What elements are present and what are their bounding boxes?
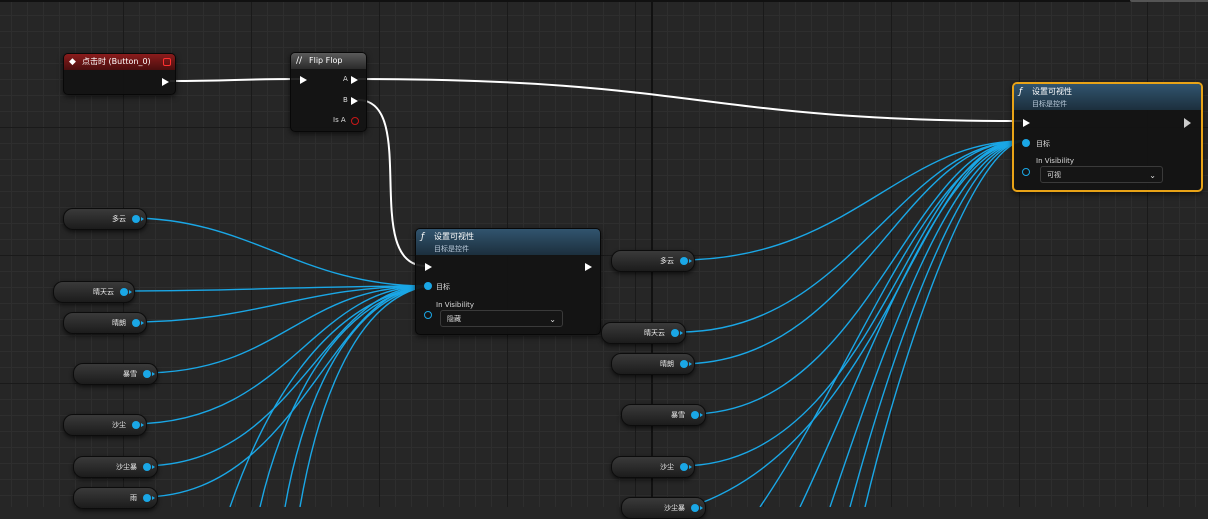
variable-label: 多云 (112, 215, 126, 223)
event-diamond-icon: ◆ (69, 57, 76, 67)
flipflop-isa-bool-pin[interactable] (351, 117, 359, 125)
variable-output-pin[interactable] (143, 494, 151, 502)
set-visibility-right-visibility-pin[interactable] (1022, 168, 1030, 176)
variable-output-pin[interactable] (120, 288, 128, 296)
variable-node-left-qingtianyun[interactable]: 晴天云 (53, 281, 135, 303)
event-node-header[interactable]: ◆ 点击时 (Button_0) (64, 54, 175, 70)
variable-label: 暴雪 (671, 411, 685, 419)
set-visibility-left-target-pin[interactable] (424, 282, 432, 290)
set-visibility-left-target-label: 目标 (436, 283, 450, 291)
variable-output-pin[interactable] (132, 215, 140, 223)
flipflop-node-title: Flip Flop (309, 56, 343, 65)
flipflop-exec-out-a-pin[interactable] (351, 76, 358, 84)
set-visibility-right-subtitle: 目标是控件 (1032, 100, 1067, 108)
variable-node-right-qingtianyun[interactable]: 晴天云 (601, 322, 686, 344)
variable-output-pin[interactable] (680, 257, 688, 265)
event-node-on-clicked[interactable]: ◆ 点击时 (Button_0) (63, 53, 176, 95)
set-visibility-left-header[interactable]: ƒ 设置可视性 目标是控件 (416, 229, 600, 255)
macro-icon: // (296, 56, 303, 66)
variable-label: 多云 (660, 257, 674, 265)
offscreen-node-edge (1130, 0, 1208, 2)
variable-node-left-duoyun[interactable]: 多云 (63, 208, 147, 230)
function-icon: ƒ (1019, 87, 1023, 97)
variable-output-pin[interactable] (680, 463, 688, 471)
flipflop-exec-out-b-pin[interactable] (351, 97, 358, 105)
variable-output-pin[interactable] (691, 504, 699, 512)
graph-origin-axis-horizontal (0, 0, 1208, 2)
variable-node-left-shachenbao[interactable]: 沙尘暴 (73, 456, 158, 478)
set-visibility-node-right[interactable]: ƒ 设置可视性 目标是控件 目标 In Visibility 可视 ⌄ (1012, 82, 1203, 192)
variable-node-left-baoxue[interactable]: 暴雪 (73, 363, 158, 385)
set-visibility-left-visibility-dropdown[interactable]: 隐藏 ⌄ (440, 310, 563, 327)
set-visibility-node-left[interactable]: ƒ 设置可视性 目标是控件 目标 In Visibility 隐藏 ⌄ (415, 228, 601, 335)
variable-label: 晴天云 (93, 288, 114, 296)
flipflop-exec-in-pin[interactable] (300, 76, 307, 84)
variable-node-right-shachenbao[interactable]: 沙尘暴 (621, 497, 706, 519)
set-visibility-right-target-pin[interactable] (1022, 139, 1030, 147)
variable-output-pin[interactable] (132, 319, 140, 327)
variable-output-pin[interactable] (143, 463, 151, 471)
set-visibility-right-in-visibility-label: In Visibility (1036, 157, 1075, 165)
variable-node-right-shachen[interactable]: 沙尘 (611, 456, 695, 478)
variable-output-pin[interactable] (691, 411, 699, 419)
set-visibility-right-visibility-value: 可视 (1047, 171, 1061, 179)
set-visibility-left-in-visibility-label: In Visibility (436, 301, 475, 309)
variable-node-left-shachen[interactable]: 沙尘 (63, 414, 147, 436)
set-visibility-right-target-label: 目标 (1036, 140, 1050, 148)
variable-node-right-duoyun[interactable]: 多云 (611, 250, 695, 272)
set-visibility-left-visibility-pin[interactable] (424, 311, 432, 319)
variable-output-pin[interactable] (132, 421, 140, 429)
chevron-down-icon: ⌄ (1149, 171, 1156, 180)
set-visibility-right-exec-in-pin[interactable] (1023, 119, 1030, 127)
function-icon: ƒ (421, 232, 425, 242)
set-visibility-right-exec-out-pin[interactable] (1184, 118, 1191, 128)
flipflop-pin-isa-label: Is A (333, 116, 346, 124)
set-visibility-left-exec-in-pin[interactable] (425, 263, 432, 271)
variable-label: 雨 (130, 494, 137, 502)
set-visibility-left-exec-out-pin[interactable] (585, 263, 592, 271)
variable-node-right-qinglang[interactable]: 晴朗 (611, 353, 695, 375)
delegate-pin-icon[interactable] (163, 58, 171, 66)
variable-node-right-baoxue[interactable]: 暴雪 (621, 404, 706, 426)
variable-label: 沙尘暴 (664, 504, 685, 512)
flipflop-node-header[interactable]: // Flip Flop (291, 53, 366, 69)
set-visibility-left-subtitle: 目标是控件 (434, 245, 469, 253)
flipflop-node[interactable]: // Flip Flop A B Is A (290, 52, 367, 132)
flipflop-pin-a-label: A (343, 75, 348, 83)
variable-label: 沙尘 (660, 463, 674, 471)
set-visibility-left-title: 设置可视性 (434, 232, 474, 241)
set-visibility-left-visibility-value: 隐藏 (447, 315, 461, 323)
graph-grid[interactable] (0, 0, 1208, 507)
variable-label: 沙尘 (112, 421, 126, 429)
flipflop-pin-b-label: B (343, 96, 348, 104)
variable-output-pin[interactable] (143, 370, 151, 378)
chevron-down-icon: ⌄ (549, 315, 556, 324)
variable-output-pin[interactable] (671, 329, 679, 337)
set-visibility-right-visibility-dropdown[interactable]: 可视 ⌄ (1040, 166, 1163, 183)
variable-node-left-qinglang[interactable]: 晴朗 (63, 312, 147, 334)
variable-label: 晴朗 (660, 360, 674, 368)
set-visibility-right-header[interactable]: ƒ 设置可视性 目标是控件 (1014, 84, 1201, 110)
variable-node-left-yu[interactable]: 雨 (73, 487, 158, 509)
variable-label: 晴天云 (644, 329, 665, 337)
variable-label: 晴朗 (112, 319, 126, 327)
event-node-title: 点击时 (Button_0) (82, 57, 151, 66)
set-visibility-right-title: 设置可视性 (1032, 87, 1072, 96)
exec-out-pin[interactable] (162, 78, 169, 86)
variable-label: 暴雪 (123, 370, 137, 378)
variable-label: 沙尘暴 (116, 463, 137, 471)
variable-output-pin[interactable] (680, 360, 688, 368)
